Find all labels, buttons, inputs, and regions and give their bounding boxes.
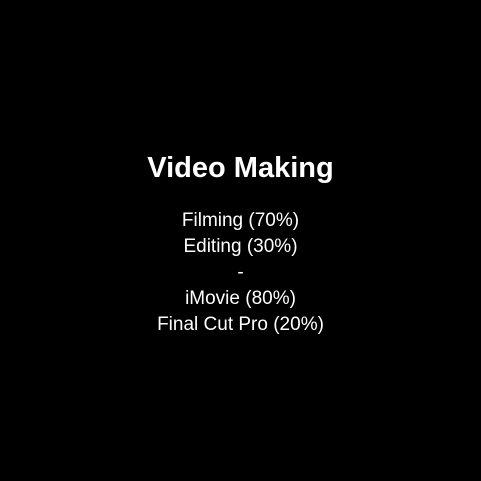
breakdown-list: Filming (70%) Editing (30%) - iMovie (80… xyxy=(0,208,481,338)
line-imovie: iMovie (80%) xyxy=(185,288,296,309)
line-filming: Filming (70%) xyxy=(181,210,300,231)
line-final-cut-pro: Final Cut Pro (20%) xyxy=(157,314,324,335)
info-card: Video Making Filming (70%) Editing (30%)… xyxy=(0,0,481,481)
line-editing: Editing (30%) xyxy=(183,236,298,257)
card-title: Video Making xyxy=(147,152,334,184)
line-separator: - xyxy=(237,262,244,283)
